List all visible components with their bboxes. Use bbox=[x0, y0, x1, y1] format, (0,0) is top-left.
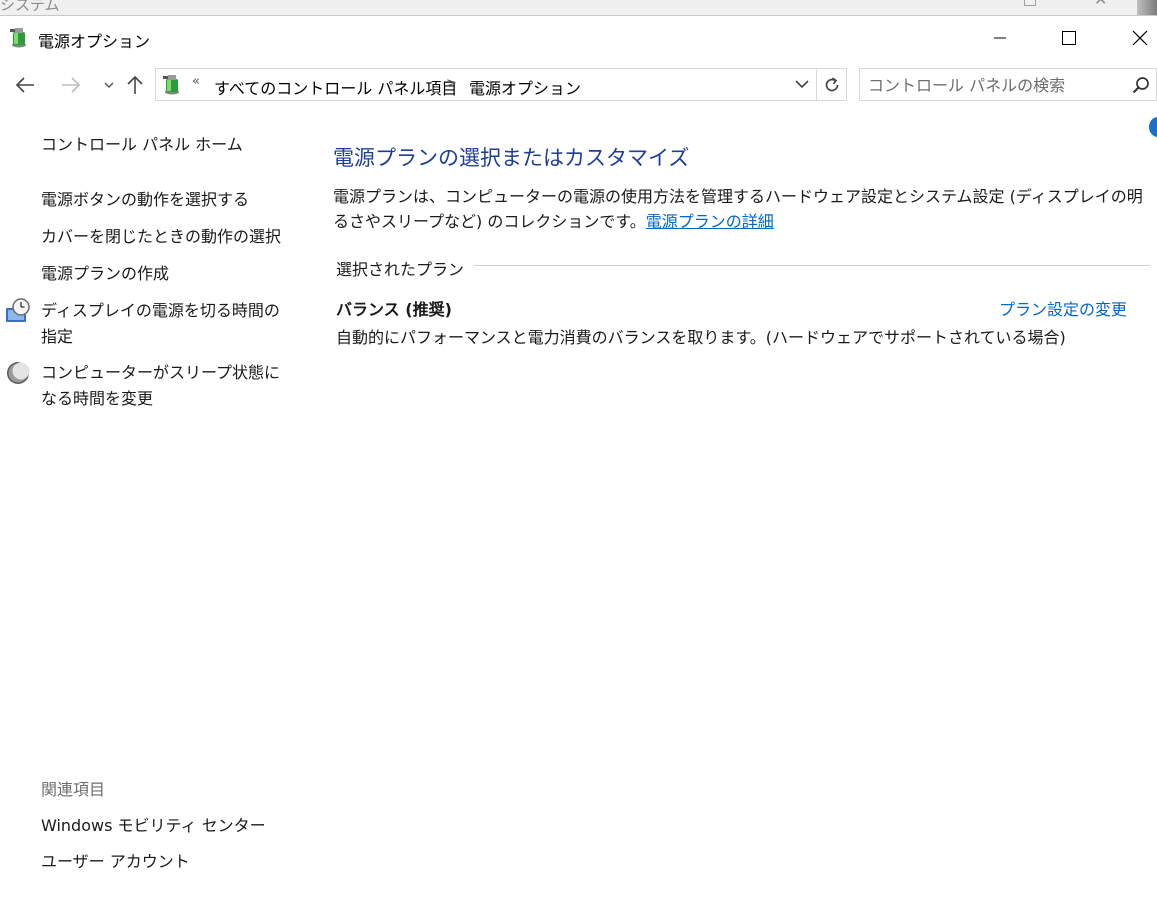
moon-sleep-icon bbox=[7, 362, 30, 384]
forward-button[interactable] bbox=[58, 72, 84, 98]
breadcrumb-separator[interactable]: > bbox=[446, 76, 457, 91]
arrow-right-icon bbox=[62, 77, 81, 93]
up-button[interactable] bbox=[122, 72, 148, 98]
minimize-button[interactable] bbox=[977, 16, 1023, 60]
back-button[interactable] bbox=[12, 72, 38, 98]
plan-name: バランス (推奨) bbox=[336, 300, 452, 319]
breadcrumb-all-control-panel-items[interactable]: すべてのコントロール パネル項目 bbox=[214, 75, 457, 99]
display-off-time-link[interactable]: ディスプレイの電源を切る時間の指定 bbox=[41, 298, 293, 350]
search-box[interactable] bbox=[859, 68, 1157, 101]
window-title: 電源オプション bbox=[38, 32, 151, 51]
minimize-icon bbox=[994, 37, 1006, 39]
breadcrumb-power-options[interactable]: 電源オプション bbox=[469, 75, 581, 99]
chevron-down-icon bbox=[104, 82, 114, 88]
recent-locations-button[interactable] bbox=[96, 72, 122, 98]
title-bar: 電源オプション bbox=[0, 16, 1157, 60]
choose-lid-close-link[interactable]: カバーを閉じたときの動作の選択 bbox=[41, 224, 281, 250]
background-window: システム ✕ bbox=[0, 0, 1157, 16]
maximize-button[interactable] bbox=[1046, 16, 1092, 60]
change-plan-settings-link[interactable]: プラン設定の変更 bbox=[999, 296, 1127, 320]
power-plan-details-link[interactable]: 電源プランの詳細 bbox=[646, 212, 774, 231]
mobility-center-link[interactable]: Windows モビリティ センター bbox=[41, 813, 266, 839]
power-options-icon bbox=[163, 75, 179, 95]
breadcrumb-overflow-button[interactable]: « bbox=[192, 74, 200, 89]
sleep-time-link[interactable]: コンピューターがスリープ状態になる時間を変更 bbox=[41, 360, 293, 412]
background-close-icon: ✕ bbox=[1094, 0, 1107, 9]
page-description: 電源プランは、コンピューターの電源の使用方法を管理するハードウェア設定とシステム… bbox=[333, 184, 1145, 234]
plan-description: 自動的にパフォーマンスと電力消費のバランスを取ります。(ハードウェアでサポートさ… bbox=[336, 328, 1066, 347]
address-bar[interactable]: « すべてのコントロール パネル項目 > 電源オプション bbox=[155, 68, 817, 101]
arrow-left-icon bbox=[15, 77, 34, 93]
background-window-edge bbox=[1137, 0, 1157, 15]
page-title: 電源プランの選択またはカスタマイズ bbox=[333, 146, 690, 170]
search-icon[interactable] bbox=[1132, 76, 1150, 94]
close-icon bbox=[1132, 30, 1148, 46]
selected-plan-label: 選択されたプラン bbox=[336, 256, 475, 280]
maximize-icon bbox=[1062, 31, 1076, 45]
edge-indicator bbox=[1149, 117, 1157, 137]
choose-power-button-link[interactable]: 電源ボタンの動作を選択する bbox=[41, 187, 249, 213]
address-dropdown-icon[interactable] bbox=[794, 77, 810, 91]
clock-monitor-icon bbox=[6, 298, 30, 322]
see-also-heading: 関連項目 bbox=[41, 780, 106, 799]
background-window-title: システム bbox=[0, 0, 60, 14]
power-options-icon bbox=[10, 28, 26, 48]
arrow-up-icon bbox=[127, 75, 143, 94]
user-accounts-link[interactable]: ユーザー アカウント bbox=[41, 849, 190, 875]
close-button[interactable] bbox=[1117, 16, 1157, 60]
control-panel-home-link[interactable]: コントロール パネル ホーム bbox=[41, 132, 243, 158]
search-input[interactable] bbox=[868, 74, 1118, 96]
refresh-button[interactable] bbox=[817, 68, 847, 101]
navigation-bar: « すべてのコントロール パネル項目 > 電源オプション bbox=[0, 62, 1157, 108]
refresh-icon bbox=[825, 76, 838, 91]
create-power-plan-link[interactable]: 電源プランの作成 bbox=[41, 261, 169, 287]
background-maximize-icon bbox=[1024, 0, 1036, 6]
